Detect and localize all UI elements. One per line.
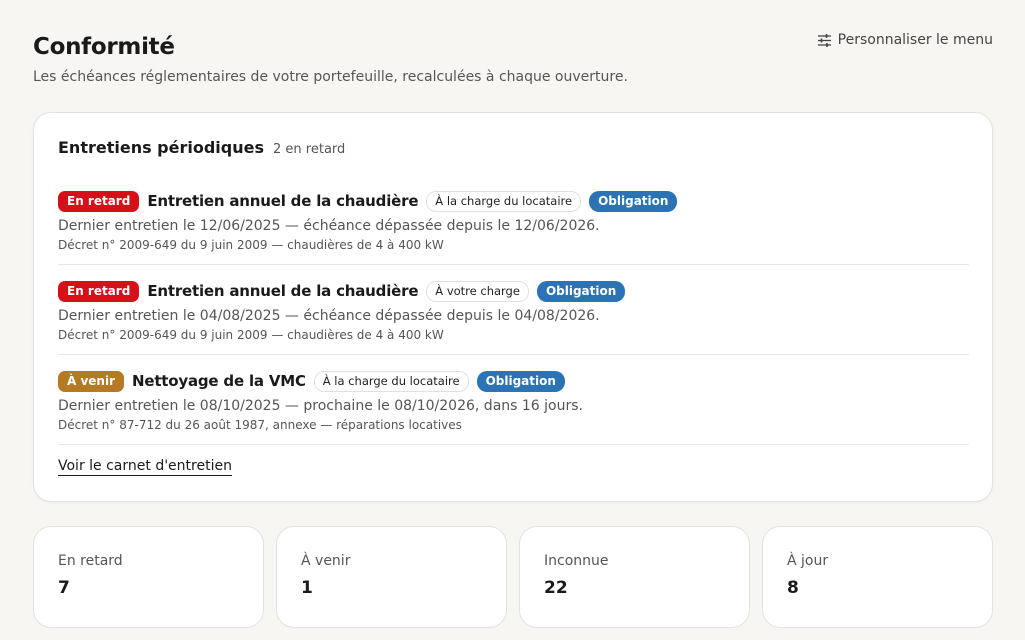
maintenance-log-link[interactable]: Voir le carnet d'entretien	[58, 458, 232, 476]
customize-menu-label: Personnaliser le menu	[837, 32, 993, 48]
status-badge: À venir	[58, 370, 124, 392]
item-title: Entretien annuel de la chaudière	[147, 282, 419, 300]
divider	[58, 264, 969, 265]
late-count: 2 en retard	[273, 142, 346, 157]
item-description: Dernier entretien le 08/10/2025 — procha…	[58, 398, 583, 414]
item-description: Dernier entretien le 12/06/2025 — échéan…	[58, 218, 600, 234]
obligation-badge: Obligation	[476, 370, 565, 392]
stat-value: 7	[58, 578, 70, 598]
divider	[58, 354, 969, 355]
stat-label: À venir	[301, 553, 351, 569]
stat-card-upcoming[interactable]: À venir 1	[276, 526, 507, 628]
item-title: Nettoyage de la VMC	[132, 372, 306, 390]
stat-label: En retard	[58, 553, 123, 569]
stat-card-unknown[interactable]: Inconnue 22	[519, 526, 750, 628]
maintenance-card-title: Entretiens périodiques	[58, 138, 265, 157]
page-subtitle: Les échéances réglementaires de votre po…	[33, 69, 628, 85]
maintenance-item: En retard Entretien annuel de la chaudiè…	[58, 279, 969, 342]
stat-card-late[interactable]: En retard 7	[33, 526, 264, 628]
item-description: Dernier entretien le 04/08/2025 — échéan…	[58, 308, 600, 324]
maintenance-item: À venir Nettoyage de la VMC À la charge …	[58, 369, 969, 432]
stat-value: 22	[544, 578, 568, 598]
sliders-icon	[817, 33, 832, 48]
charge-chip: À votre charge	[426, 280, 529, 302]
charge-chip: À la charge du locataire	[426, 190, 582, 212]
compliance-page: Conformité Les échéances réglementaires …	[0, 0, 1025, 640]
status-badge: En retard	[58, 190, 140, 212]
item-reference: Décret n° 2009-649 du 9 juin 2009 — chau…	[58, 238, 444, 252]
status-badge: En retard	[58, 280, 140, 302]
divider	[58, 444, 969, 445]
stat-card-up-to-date[interactable]: À jour 8	[762, 526, 993, 628]
item-title: Entretien annuel de la chaudière	[147, 192, 419, 210]
obligation-badge: Obligation	[536, 280, 626, 302]
maintenance-item: En retard Entretien annuel de la chaudiè…	[58, 189, 969, 252]
customize-menu-button[interactable]: Personnaliser le menu	[817, 32, 993, 48]
charge-chip: À la charge du locataire	[313, 370, 469, 392]
maintenance-card-header: Entretiens périodiques 2 en retard	[58, 138, 345, 157]
stat-value: 8	[787, 578, 799, 598]
stat-label: À jour	[787, 553, 829, 569]
page-title: Conformité	[33, 34, 175, 60]
stat-value: 1	[301, 578, 313, 598]
stat-label: Inconnue	[544, 553, 609, 569]
maintenance-card: Entretiens périodiques 2 en retard En re…	[33, 112, 993, 502]
item-reference: Décret n° 87-712 du 26 août 1987, annexe…	[58, 418, 462, 432]
obligation-badge: Obligation	[589, 190, 678, 212]
item-reference: Décret n° 2009-649 du 9 juin 2009 — chau…	[58, 328, 444, 342]
